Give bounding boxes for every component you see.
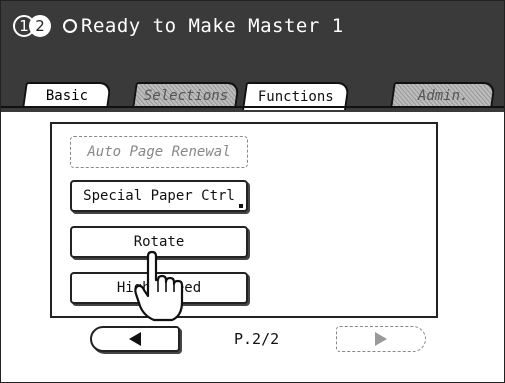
circle-status-icon	[63, 19, 77, 33]
right-triangle-icon	[375, 332, 387, 346]
functions-panel: Auto Page Renewal Special Paper Ctrl Rot…	[50, 122, 438, 318]
tab-admin-label: Admin.	[417, 88, 469, 104]
drum-indicator: 1 2	[13, 15, 51, 37]
prev-page-button[interactable]	[90, 326, 180, 352]
rotate-label: Rotate	[133, 234, 185, 250]
special-paper-ctrl-button[interactable]: Special Paper Ctrl	[70, 180, 248, 212]
left-triangle-icon	[129, 332, 141, 346]
auto-page-renewal-label: Auto Page Renewal	[87, 144, 231, 160]
tab-admin[interactable]: Admin.	[390, 82, 496, 108]
tab-selections-label: Selections	[143, 88, 229, 104]
next-page-button[interactable]	[336, 326, 426, 352]
special-paper-ctrl-label: Special Paper Ctrl	[83, 188, 235, 204]
tab-basic[interactable]: Basic	[22, 82, 112, 108]
status-message: Ready to Make Master 1	[81, 15, 344, 37]
auto-page-renewal-button[interactable]: Auto Page Renewal	[70, 136, 248, 168]
drum-2-badge: 2	[29, 15, 51, 37]
pointing-hand-icon	[134, 250, 184, 322]
status-row: 1 2 Ready to Make Master 1	[13, 15, 344, 37]
tab-basic-label: Basic	[45, 88, 88, 104]
submenu-marker-icon	[239, 204, 243, 208]
page-indicator: P.2/2	[234, 330, 280, 348]
tab-divider	[1, 106, 504, 108]
tab-selections[interactable]: Selections	[132, 82, 240, 108]
tab-functions-label: Functions	[257, 89, 334, 105]
